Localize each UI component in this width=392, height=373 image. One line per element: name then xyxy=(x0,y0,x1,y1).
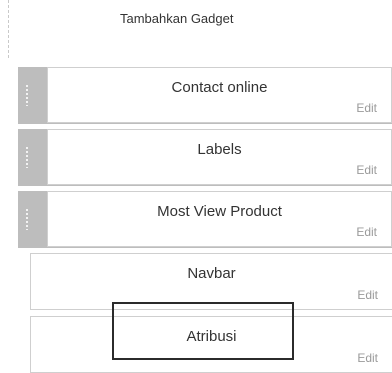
edit-link[interactable]: Edit xyxy=(357,288,378,302)
edit-link[interactable]: Edit xyxy=(356,163,377,177)
widget-title: Most View Product xyxy=(157,203,282,220)
widget-title: Navbar xyxy=(187,265,236,282)
widget-title: Atribusi xyxy=(186,328,237,345)
drag-handle[interactable] xyxy=(18,129,36,186)
widget-title: Contact online xyxy=(171,79,268,96)
drag-handle[interactable] xyxy=(18,67,36,124)
widget-most-view-product: Most View Product Edit xyxy=(18,191,392,248)
widget-box: Most View Product Edit xyxy=(47,191,392,247)
widget-navbar: Navbar Edit xyxy=(30,253,392,310)
add-gadget-link[interactable]: Tambahkan Gadget xyxy=(120,11,233,26)
widget-box: Contact online Edit xyxy=(47,67,392,123)
widget-contact-online: Contact online Edit xyxy=(18,67,392,124)
widget-labels: Labels Edit xyxy=(18,129,392,186)
widget-box: Labels Edit xyxy=(47,129,392,185)
edit-link[interactable]: Edit xyxy=(357,351,378,365)
widget-atribusi: Atribusi Edit xyxy=(30,316,392,373)
add-gadget-area: Tambahkan Gadget xyxy=(8,0,392,58)
widget-title: Labels xyxy=(197,141,242,158)
edit-link[interactable]: Edit xyxy=(356,101,377,115)
edit-link[interactable]: Edit xyxy=(356,225,377,239)
drag-handle[interactable] xyxy=(18,191,36,248)
